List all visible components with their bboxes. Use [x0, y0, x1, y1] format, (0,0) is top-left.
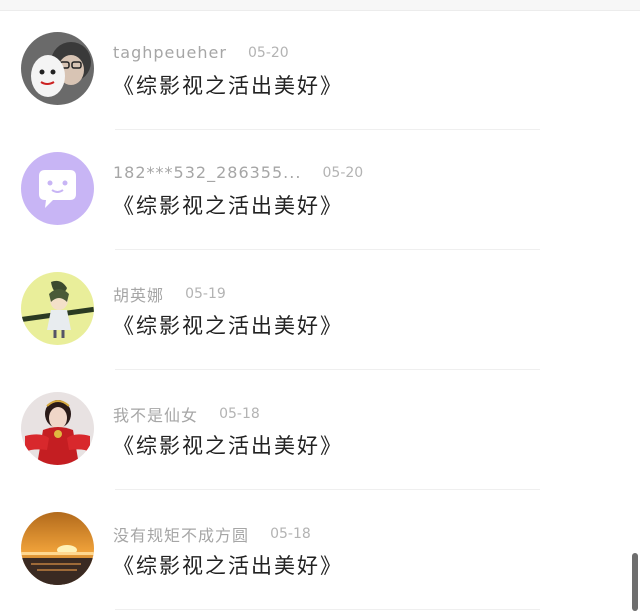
avatar[interactable]: [21, 152, 94, 225]
comment-item[interactable]: taghpeueher 05-20 《综影视之活出美好》: [0, 10, 640, 130]
comment-date: 05-19: [185, 286, 226, 302]
username[interactable]: 胡英娜: [113, 282, 164, 306]
comment-item[interactable]: 胡英娜 05-19 《综影视之活出美好》: [0, 250, 640, 370]
comment-text: 《综影视之活出美好》: [113, 434, 343, 458]
username[interactable]: taghpeueher: [113, 43, 227, 62]
comment-date: 05-18: [219, 406, 260, 422]
comment-date: 05-20: [248, 44, 289, 61]
username[interactable]: 我不是仙女: [113, 402, 198, 426]
avatar[interactable]: [21, 272, 94, 345]
avatar[interactable]: [21, 392, 94, 465]
woman-portrait-avatar-icon: [21, 392, 94, 465]
comment-date: 05-20: [322, 164, 364, 181]
chat-bubble-icon: [21, 152, 94, 225]
comment-text: 《综影视之活出美好》: [113, 74, 343, 98]
robot-plush-avatar-icon: [21, 32, 94, 105]
comment-item[interactable]: 我不是仙女 05-18 《综影视之活出美好》: [0, 370, 640, 490]
sunset-avatar-icon: [21, 512, 94, 585]
comment-item[interactable]: 没有规矩不成方圆 05-18 《综影视之活出美好》: [0, 490, 640, 610]
avatar[interactable]: [21, 32, 94, 105]
comment-text: 《综影视之活出美好》: [113, 194, 343, 218]
comment-list: taghpeueher 05-20 《综影视之活出美好》 182***532_2…: [0, 10, 640, 610]
comment-date: 05-18: [270, 526, 311, 542]
scrollbar-thumb[interactable]: [632, 553, 638, 611]
username[interactable]: 没有规矩不成方圆: [113, 522, 249, 546]
avatar[interactable]: [21, 512, 94, 585]
username[interactable]: 182***532_286355...: [113, 163, 301, 182]
comment-text: 《综影视之活出美好》: [113, 314, 343, 338]
comment-text: 《综影视之活出美好》: [113, 554, 343, 578]
comment-item[interactable]: 182***532_286355... 05-20 《综影视之活出美好》: [0, 130, 640, 250]
anime-character-avatar-icon: [21, 272, 94, 345]
